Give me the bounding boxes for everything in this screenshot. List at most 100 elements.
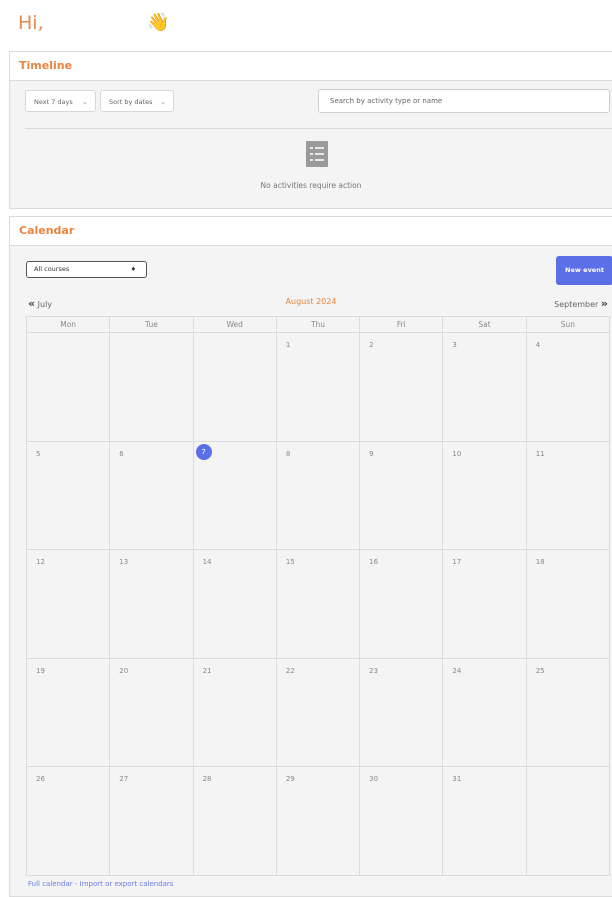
weekday-header: Fri: [360, 317, 444, 333]
calendar-day-cell[interactable]: 7: [193, 441, 277, 550]
day-number: 22: [285, 666, 295, 675]
sort-label: Sort by dates: [109, 98, 153, 106]
calendar-day-cell[interactable]: 12: [27, 550, 111, 659]
day-number: 26: [36, 775, 45, 783]
day-number: 4: [535, 341, 541, 349]
weekday-header: Sat: [443, 317, 527, 333]
calendar-day-cell[interactable]: 6: [110, 441, 194, 550]
import-export-link[interactable]: Import or export calendars: [80, 880, 174, 888]
day-number: 11: [535, 449, 545, 458]
calendar-day-cell: [193, 333, 277, 442]
calendar-title: Calendar: [10, 217, 612, 246]
full-calendar-link[interactable]: Full calendar: [28, 880, 73, 888]
calendar-day-cell[interactable]: 18: [526, 550, 610, 659]
empty-activities-icon: [306, 141, 328, 167]
wave-icon: 👋: [147, 12, 170, 33]
day-number: 20: [119, 666, 129, 675]
day-number: 17: [452, 558, 462, 566]
calendar-day-cell[interactable]: 26: [27, 767, 111, 876]
day-number: 15: [285, 558, 295, 566]
day-number: 28: [202, 775, 212, 783]
day-number: 10: [452, 449, 462, 458]
current-month-title: August 2024: [285, 297, 337, 306]
calendar-grid: Mon Tue Wed Thu Fri Sat Sun 1 2 3 4 5 6 7 8 9 10 11 12 13 14…: [26, 316, 610, 876]
calendar-day-cell[interactable]: 14: [193, 550, 277, 659]
day-number: 12: [36, 558, 45, 566]
day-number: 19: [36, 666, 45, 675]
day-number: 27: [119, 775, 129, 783]
calendar-day-cell[interactable]: 25: [526, 658, 610, 767]
day-number: 25: [535, 666, 545, 675]
chevron-down-icon: ⌄: [82, 98, 88, 106]
calendar-day-cell[interactable]: 9: [360, 441, 444, 550]
activity-search-input[interactable]: Search by activity type or name: [318, 89, 610, 113]
day-number: 6: [119, 449, 124, 458]
timeline-divider: [25, 128, 612, 129]
chevron-down-icon: ⌄: [160, 98, 166, 106]
calendar-day-cell[interactable]: 4: [526, 333, 610, 442]
day-number: 16: [369, 558, 379, 566]
course-filter-label: All courses: [34, 265, 70, 273]
calendar-day-cell[interactable]: 24: [443, 658, 527, 767]
calendar-day-cell[interactable]: 27: [110, 767, 194, 876]
timeline-panel: Timeline Next 7 days ⌄ Sort by dates ⌄ S…: [9, 51, 612, 209]
calendar-footer: Full calendar - Import or export calenda…: [28, 880, 173, 888]
new-event-button[interactable]: New event: [556, 256, 612, 285]
calendar-day-cell: [27, 333, 111, 442]
calendar-day-cell[interactable]: 31: [443, 767, 527, 876]
calendar-day-cell[interactable]: 20: [110, 658, 194, 767]
days-filter-label: Next 7 days: [34, 98, 73, 106]
weekday-header: Wed: [193, 317, 277, 333]
day-number: 21: [202, 666, 212, 675]
calendar-day-cell[interactable]: 8: [276, 441, 361, 550]
day-number: 18: [535, 558, 545, 566]
calendar-day-cell: [110, 333, 194, 442]
day-number: 24: [452, 666, 462, 675]
calendar-day-cell[interactable]: 3: [443, 333, 527, 442]
day-number: 14: [202, 558, 212, 566]
greeting-text: Hi,: [18, 12, 44, 34]
footer-separator: -: [72, 880, 80, 888]
calendar-day-cell[interactable]: 10: [443, 441, 527, 550]
day-number: 9: [369, 449, 374, 458]
day-number: 13: [119, 558, 129, 566]
weekday-header: Mon: [27, 317, 111, 333]
empty-activities-message: No activities require action: [260, 181, 362, 190]
calendar-day-cell[interactable]: 19: [27, 658, 111, 767]
day-number: 31: [452, 775, 462, 783]
day-number: 8: [285, 449, 291, 458]
calendar-day-cell[interactable]: 21: [193, 658, 277, 767]
calendar-day-cell[interactable]: 11: [526, 441, 610, 550]
day-number: 23: [369, 666, 379, 675]
calendar-day-cell[interactable]: 17: [443, 550, 527, 659]
day-number: 30: [369, 775, 379, 783]
calendar-day-cell[interactable]: 15: [276, 550, 361, 659]
double-chevron-right-icon: »: [600, 297, 608, 310]
next-month-link[interactable]: September »: [554, 297, 608, 310]
weekday-header: Tue: [110, 317, 194, 333]
calendar-day-cell[interactable]: 22: [276, 658, 361, 767]
day-number: 1: [285, 341, 291, 349]
sort-dropdown[interactable]: Sort by dates ⌄: [100, 90, 174, 112]
day-number: 29: [285, 775, 295, 783]
next-month-label: September: [554, 300, 599, 309]
days-filter-dropdown[interactable]: Next 7 days ⌄: [25, 90, 96, 112]
day-number: 3: [452, 341, 457, 349]
course-filter-select[interactable]: All courses ♦: [26, 261, 147, 278]
calendar-day-cell[interactable]: 30: [360, 767, 444, 876]
weekday-header: Thu: [276, 317, 361, 333]
calendar-panel: Calendar All courses ♦ New event « July …: [9, 216, 612, 897]
calendar-day-cell[interactable]: 1: [276, 333, 361, 442]
calendar-day-cell[interactable]: 13: [110, 550, 194, 659]
calendar-day-cell[interactable]: 28: [193, 767, 277, 876]
calendar-day-cell[interactable]: 5: [27, 441, 111, 550]
calendar-day-cell[interactable]: 2: [360, 333, 444, 442]
calendar-day-cell[interactable]: 16: [360, 550, 444, 659]
day-number: 5: [36, 449, 41, 458]
select-arrow-icon: ♦: [130, 266, 136, 273]
day-number: 2: [369, 341, 374, 349]
calendar-day-cell[interactable]: 23: [360, 658, 444, 767]
calendar-day-cell[interactable]: 29: [276, 767, 361, 876]
today-day-number: 7: [195, 443, 212, 460]
timeline-title: Timeline: [10, 52, 612, 81]
